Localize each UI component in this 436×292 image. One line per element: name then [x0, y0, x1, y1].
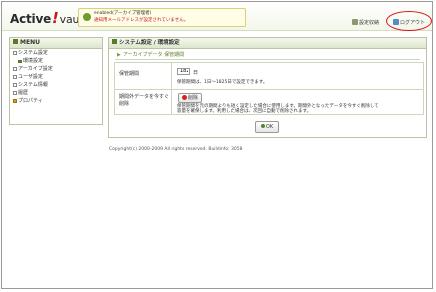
triangle-icon: ▶ — [117, 52, 121, 58]
header-bar: Active!vault enabled(アーカイブ管理者) 通知用メールアドレ… — [2, 2, 432, 31]
menu-icon — [13, 39, 18, 44]
retention-days-input[interactable] — [177, 68, 190, 75]
app-logo[interactable]: Active!vault — [10, 9, 86, 27]
main-panel: システム設定 / 環境設定 ▶アーカイブデータ 保管期間 保管期間 日 保管期間… — [108, 37, 427, 138]
settings-form: 保管期間 日 保管期間は、1日〜1825日で設定できます。 期間外データを今すぐ… — [114, 62, 424, 115]
sidebar-item-system-info[interactable]: システム情報 — [10, 81, 102, 89]
section-divider — [115, 59, 420, 60]
sidebar-item-archive-settings[interactable]: アーカイブ設定 — [10, 65, 102, 73]
settings-button[interactable]: 設定収納 — [352, 18, 379, 28]
expand-icon[interactable] — [13, 91, 17, 95]
title-icon — [112, 39, 117, 44]
logout-highlight-circle — [386, 11, 432, 31]
sidebar-menu: MENU システム設定 環境設定 アーカイブ設定 ユーザ設定 システム情報 履歴… — [9, 37, 103, 125]
expand-icon[interactable] — [13, 83, 17, 87]
ok-button[interactable]: OK — [255, 121, 279, 133]
logo-mark: ! — [52, 9, 59, 27]
expand-icon[interactable] — [13, 67, 17, 71]
user-notice-box: enabled(アーカイブ管理者) 通知用メールアドレスが設定されていません。 — [78, 8, 246, 27]
section-heading: ▶ アーカイブデータ 保管期間 — [117, 52, 185, 58]
ok-icon — [260, 124, 265, 128]
settings-icon — [352, 19, 358, 25]
menu-title: MENU — [10, 38, 102, 49]
app-window: Active!vault enabled(アーカイブ管理者) 通知用メールアドレ… — [1, 1, 433, 289]
sidebar-item-user-settings[interactable]: ユーザ設定 — [10, 73, 102, 81]
sidebar-item-environment[interactable]: 環境設定 — [10, 57, 102, 65]
retention-unit: 日 — [193, 70, 199, 76]
sidebar-item-history[interactable]: 履歴 — [10, 89, 102, 97]
retention-label: 保管期間 — [119, 71, 140, 77]
sidebar-item-properties[interactable]: プロパティ — [10, 97, 102, 105]
delete-button[interactable]: 削除 — [178, 93, 203, 103]
settings-label: 設定収納 — [359, 20, 380, 26]
user-name: enabled(アーカイブ管理者) — [94, 11, 152, 16]
delete-help: 保管期間を元の期間よりも短く設定した場合に使用します。期間外となったデータを今す… — [177, 104, 379, 114]
page-title: システム設定 / 環境設定 — [109, 38, 426, 49]
sidebar-item-system-settings[interactable]: システム設定 — [10, 49, 102, 57]
pencil-icon — [18, 60, 22, 63]
row-divider — [115, 89, 423, 90]
expand-icon[interactable] — [13, 75, 17, 79]
expired-data-label: 期間外データを今すぐ削除 — [119, 94, 170, 107]
logo-text: Active — [10, 12, 52, 26]
properties-icon — [13, 99, 17, 103]
retention-help: 保管期間は、1日〜1825日で設定できます。 — [177, 80, 268, 85]
delete-icon — [182, 95, 187, 100]
user-icon — [83, 13, 91, 21]
notice-message: 通知用メールアドレスが設定されていません。 — [94, 18, 189, 23]
copyright-text: Copyright(c) 2000-2009 All rights reserv… — [109, 147, 243, 152]
collapse-icon[interactable] — [13, 51, 17, 55]
